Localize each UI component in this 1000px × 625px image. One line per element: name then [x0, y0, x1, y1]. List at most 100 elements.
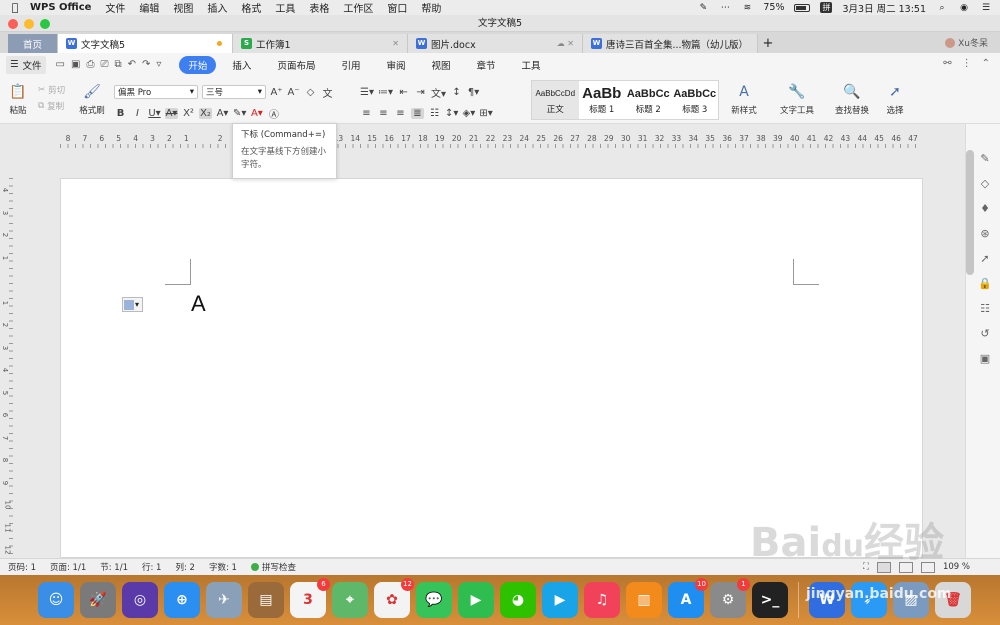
notification-center-icon[interactable]: ☰: [980, 3, 992, 13]
print-icon[interactable]: ⎚: [100, 59, 108, 70]
notes-book-icon[interactable]: ▤: [248, 582, 284, 618]
numbered-list-icon[interactable]: ≔▾: [378, 87, 393, 98]
document-page[interactable]: ▾ A: [60, 178, 923, 558]
save-icon[interactable]: ▣: [71, 59, 80, 70]
menu-table[interactable]: 表格: [309, 0, 329, 15]
italic-icon[interactable]: I: [131, 108, 144, 119]
image-icon[interactable]: ▣: [978, 352, 992, 366]
open-folder-icon[interactable]: ▭: [56, 59, 65, 70]
feather-app-icon[interactable]: ➶: [851, 582, 887, 618]
tab-insert[interactable]: 插入: [222, 56, 261, 74]
font-color-icon[interactable]: A▾: [250, 108, 263, 119]
line-spacing-icon[interactable]: ↕▾: [445, 108, 458, 119]
chinese-layout-icon[interactable]: 文▾: [431, 85, 446, 100]
bold-icon[interactable]: B: [114, 108, 127, 119]
preview-icon[interactable]: ✈: [206, 582, 242, 618]
sort-icon[interactable]: ↕: [450, 87, 463, 98]
menu-insert[interactable]: 插入: [207, 0, 227, 15]
paste-button[interactable]: 📋 粘贴: [6, 76, 30, 116]
text-tools-button[interactable]: 🔧 文字工具: [776, 76, 818, 116]
settings-sliders-icon[interactable]: ☷: [978, 302, 992, 316]
char-border-icon[interactable]: Ⓐ: [267, 106, 280, 121]
photos-icon[interactable]: ✿ 12: [374, 578, 414, 618]
print-preview-icon[interactable]: ⧉: [114, 59, 121, 70]
app-name-menu[interactable]: WPS Office: [30, 2, 91, 13]
tab-document-3[interactable]: W 图片.docx ☁ ✕: [408, 34, 583, 53]
tab-document-4[interactable]: W 唐诗三百首全集...物篇（幼儿版）: [583, 34, 758, 53]
select-arrow-icon[interactable]: ➚: [978, 252, 992, 266]
copy-button[interactable]: ⧉ 复制: [38, 98, 65, 114]
navigation-icon[interactable]: ⊛: [978, 227, 992, 241]
share-icon[interactable]: ⚯: [943, 58, 951, 69]
file-menu-button[interactable]: ☰ 文件: [6, 55, 46, 74]
menubar-clock[interactable]: 3月3日 周二 13:51: [842, 1, 926, 15]
fullscreen-window-button[interactable]: [40, 19, 50, 29]
battery-icon[interactable]: [794, 3, 811, 12]
menu-tools[interactable]: 工具: [275, 0, 295, 15]
tab-start[interactable]: 开始: [179, 55, 217, 74]
phonetic-guide-icon[interactable]: 文: [321, 85, 334, 100]
more-options-icon[interactable]: ⋮: [962, 58, 972, 69]
menu-file[interactable]: 文件: [105, 0, 125, 15]
books-icon[interactable]: ▥: [626, 582, 662, 618]
customize-toolbar-icon[interactable]: ▿: [156, 59, 161, 70]
calendar-icon[interactable]: 36: [290, 578, 330, 618]
maps-icon[interactable]: ⌖: [332, 582, 368, 618]
redo-icon[interactable]: ↷: [142, 59, 150, 70]
subscript-icon[interactable]: X₂: [199, 107, 212, 119]
select-button[interactable]: ➚ 选择: [880, 76, 910, 116]
style-normal[interactable]: AaBbCcDd 正文: [532, 81, 579, 119]
wechat-icon[interactable]: ◕: [500, 582, 536, 618]
edit-pen-icon[interactable]: ✎: [978, 152, 992, 166]
tab-review[interactable]: 审阅: [376, 56, 415, 74]
menu-format[interactable]: 格式: [241, 0, 261, 15]
page-view-icon[interactable]: [876, 561, 891, 573]
outline-view-icon[interactable]: [898, 561, 913, 573]
user-avatar-icon[interactable]: ◉: [958, 3, 970, 13]
history-icon[interactable]: ↺: [978, 327, 992, 341]
style-heading-1[interactable]: AaBb 标题 1: [579, 81, 626, 119]
terminal-icon[interactable]: >_: [752, 582, 788, 618]
input-method-icon[interactable]: 拼: [820, 2, 833, 13]
focus-mode-icon[interactable]: ⛶: [863, 562, 869, 572]
strikethrough-icon[interactable]: A▾: [165, 107, 178, 119]
style-drop-icon[interactable]: ♦: [978, 202, 992, 216]
superscript-icon[interactable]: X²: [182, 108, 195, 119]
web-view-icon[interactable]: [920, 561, 935, 573]
cut-button[interactable]: ✂ 剪切: [38, 82, 65, 98]
cloud-close-icon[interactable]: ☁ ✕: [557, 39, 574, 48]
menu-view[interactable]: 视图: [173, 0, 193, 15]
vertical-scrollbar[interactable]: [966, 150, 974, 275]
spell-check-button[interactable]: 拼写检查: [250, 561, 296, 573]
music-icon[interactable]: ♫: [584, 582, 620, 618]
wps-icon[interactable]: W: [809, 582, 845, 618]
clear-format-icon[interactable]: ◇: [304, 87, 317, 98]
tab-references[interactable]: 引用: [331, 56, 370, 74]
wifi-icon[interactable]: ≋: [741, 3, 753, 13]
menu-window[interactable]: 窗口: [387, 0, 407, 15]
increase-indent-icon[interactable]: ⇥: [414, 87, 427, 98]
tab-document-2[interactable]: S 工作簿1 ✕: [233, 34, 408, 53]
document-body-text[interactable]: A: [191, 291, 206, 317]
launchpad-icon[interactable]: 🚀: [80, 582, 116, 618]
bullet-list-icon[interactable]: ☰▾: [360, 87, 374, 98]
decrease-indent-icon[interactable]: ⇤: [397, 87, 410, 98]
highlight-icon[interactable]: ✎▾: [233, 108, 246, 119]
finder-icon[interactable]: ☺: [38, 582, 74, 618]
text-effect-icon[interactable]: A▾: [216, 108, 229, 119]
collapse-ribbon-icon[interactable]: ⌃: [982, 58, 990, 69]
export-icon[interactable]: ⎙: [86, 59, 94, 70]
decrease-font-icon[interactable]: A⁻: [287, 87, 300, 98]
apple-icon[interactable]: : [0, 1, 30, 14]
font-size-combo[interactable]: 三号 ▾: [202, 85, 266, 99]
shapes-icon[interactable]: ◇: [978, 177, 992, 191]
dots-icon[interactable]: ⋯: [719, 3, 731, 13]
facetime-icon[interactable]: ▶: [458, 582, 494, 618]
menu-help[interactable]: 帮助: [421, 0, 441, 15]
safari-icon[interactable]: ⊕: [164, 582, 200, 618]
system-preferences-icon[interactable]: ⚙ 1: [710, 578, 750, 618]
pen-icon[interactable]: ✎: [697, 3, 709, 13]
user-account[interactable]: Xu冬呆: [945, 36, 988, 49]
style-heading-2[interactable]: AaBbCc 标题 2: [625, 81, 672, 119]
tab-document-1[interactable]: W 文字文稿5: [58, 34, 233, 53]
